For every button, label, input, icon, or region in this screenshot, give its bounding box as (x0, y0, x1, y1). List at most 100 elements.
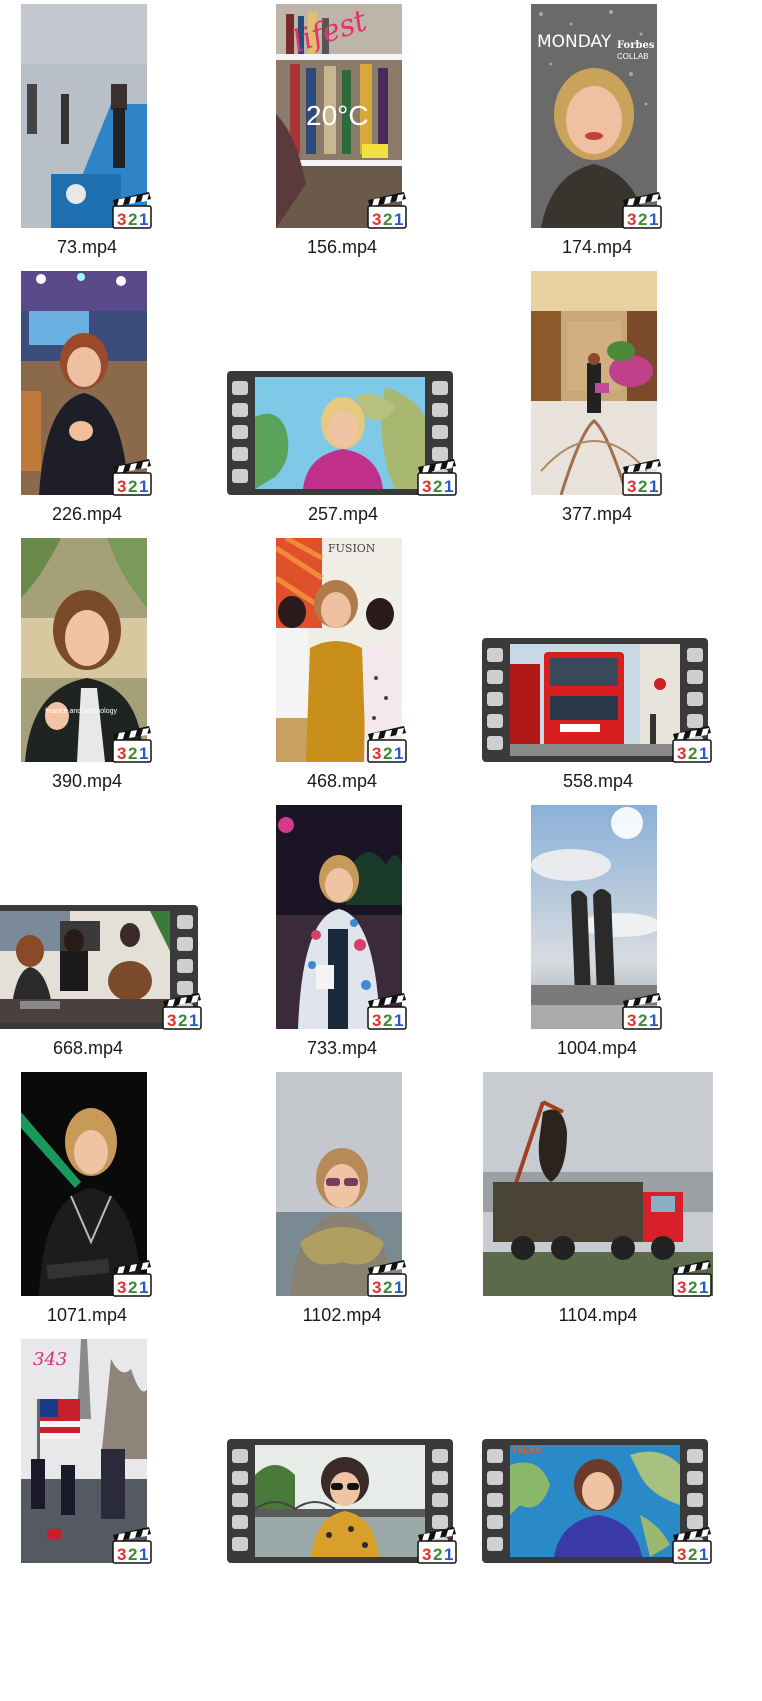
svg-text:2: 2 (433, 1545, 442, 1564)
svg-text:2: 2 (383, 1011, 392, 1030)
video-file-tile[interactable]: MONDAY Forbes COLLAB 321 174.mp4 (510, 0, 685, 262)
svg-text:3: 3 (167, 1011, 176, 1030)
svg-text:2: 2 (128, 477, 137, 496)
mpc-badge-icon: 321 (619, 457, 663, 497)
svg-text:3: 3 (117, 744, 126, 763)
svg-text:2: 2 (128, 744, 137, 763)
file-name: 156.mp4 (306, 237, 378, 257)
svg-text:3: 3 (372, 1011, 381, 1030)
file-name: 558.mp4 (562, 771, 634, 791)
video-file-tile[interactable]: 321 668.mp4 (0, 801, 230, 1063)
svg-text:2: 2 (128, 1545, 137, 1564)
file-name: 668.mp4 (52, 1038, 124, 1058)
file-name: 733.mp4 (306, 1038, 378, 1058)
svg-text:1: 1 (139, 477, 148, 496)
svg-text:3: 3 (677, 1278, 686, 1297)
svg-text:1: 1 (394, 744, 403, 763)
video-file-tile[interactable]: 321 558.mp4 (481, 534, 713, 796)
svg-text:2: 2 (638, 210, 647, 229)
overlay-text: TALKS (512, 1445, 542, 1455)
mpc-badge-icon: 321 (364, 190, 408, 230)
video-file-tile[interactable]: 343 321 (0, 1335, 175, 1597)
mpc-badge-icon: 321 (669, 1258, 713, 1298)
svg-text:2: 2 (638, 477, 647, 496)
svg-text:3: 3 (627, 477, 636, 496)
mpc-badge-icon: 321 (364, 724, 408, 764)
svg-text:1: 1 (649, 1011, 658, 1030)
file-name: 174.mp4 (561, 237, 633, 257)
svg-text:3: 3 (117, 477, 126, 496)
svg-text:3: 3 (372, 1278, 381, 1297)
overlay-text: MONDAY (537, 32, 612, 52)
video-file-tile[interactable]: 321 377.mp4 (510, 267, 685, 529)
mpc-badge-icon: 321 (669, 724, 713, 764)
video-file-tile[interactable]: TALKS 321 (481, 1335, 713, 1597)
file-name: 1071.mp4 (46, 1305, 128, 1325)
video-file-tile[interactable]: 321 226.mp4 (0, 267, 175, 529)
svg-text:3: 3 (372, 210, 381, 229)
svg-text:1: 1 (649, 210, 658, 229)
file-name: 1004.mp4 (556, 1038, 638, 1058)
mpc-badge-icon: 321 (109, 724, 153, 764)
file-name: 1102.mp4 (302, 1305, 382, 1325)
svg-text:1: 1 (649, 477, 658, 496)
video-file-tile[interactable]: 321 733.mp4 (255, 801, 430, 1063)
mpc-badge-icon: 321 (414, 457, 458, 497)
file-name: 257.mp4 (307, 504, 379, 524)
svg-text:1: 1 (139, 744, 148, 763)
svg-text:2: 2 (383, 210, 392, 229)
svg-text:1: 1 (394, 1011, 403, 1030)
video-file-tile[interactable]: lifest 20°C 321 156.mp4 (255, 0, 430, 262)
overlay-text: Forbes (617, 40, 655, 51)
svg-text:2: 2 (638, 1011, 647, 1030)
file-name: 377.mp4 (561, 504, 633, 524)
svg-text:2: 2 (383, 744, 392, 763)
mpc-badge-icon: 321 (619, 190, 663, 230)
file-name: 468.mp4 (306, 771, 378, 791)
video-file-tile[interactable]: 321 73.mp4 (0, 0, 175, 262)
svg-text:3: 3 (117, 210, 126, 229)
file-name: 1104.mp4 (558, 1305, 638, 1325)
svg-text:1: 1 (444, 1545, 453, 1564)
video-file-tile[interactable]: 321 257.mp4 (226, 267, 458, 529)
svg-text:1: 1 (444, 477, 453, 496)
mpc-badge-icon: 321 (364, 1258, 408, 1298)
svg-text:3: 3 (117, 1278, 126, 1297)
overlay-text: FUSION (328, 542, 376, 555)
video-file-tile[interactable]: 321 1104.mp4 (481, 1068, 713, 1330)
overlay-text: 20°C (306, 100, 369, 131)
overlay-text: COLLAB (617, 52, 649, 61)
mpc-badge-icon: 321 (364, 991, 408, 1031)
svg-text:1: 1 (394, 210, 403, 229)
mpc-badge-icon: 321 (109, 1525, 153, 1565)
svg-text:1: 1 (139, 1278, 148, 1297)
video-file-tile[interactable]: FUSION 321 468.mp4 (255, 534, 430, 796)
svg-text:3: 3 (372, 744, 381, 763)
mpc-badge-icon: 321 (109, 190, 153, 230)
mpc-badge-icon: 321 (109, 457, 153, 497)
svg-text:2: 2 (128, 1278, 137, 1297)
svg-text:2: 2 (688, 1278, 697, 1297)
mpc-badge-icon: 321 (159, 991, 203, 1031)
svg-text:1: 1 (139, 210, 148, 229)
mpc-badge-icon: 321 (669, 1525, 713, 1565)
svg-text:2: 2 (688, 744, 697, 763)
file-name: 390.mp4 (51, 771, 123, 791)
video-file-tile[interactable]: finance and technology 321 390.mp4 (0, 534, 175, 796)
video-file-tile[interactable]: 321 (226, 1335, 458, 1597)
svg-text:3: 3 (627, 210, 636, 229)
mpc-badge-icon: 321 (109, 1258, 153, 1298)
svg-text:1: 1 (139, 1545, 148, 1564)
svg-text:2: 2 (128, 210, 137, 229)
svg-text:3: 3 (627, 1011, 636, 1030)
svg-text:1: 1 (394, 1278, 403, 1297)
video-file-tile[interactable]: 321 1102.mp4 (255, 1068, 430, 1330)
video-file-tile[interactable]: 321 1004.mp4 (510, 801, 685, 1063)
mpc-badge-icon: 321 (414, 1525, 458, 1565)
svg-text:2: 2 (433, 477, 442, 496)
svg-text:2: 2 (383, 1278, 392, 1297)
svg-text:1: 1 (189, 1011, 198, 1030)
file-name: 226.mp4 (51, 504, 123, 524)
svg-text:1: 1 (699, 744, 708, 763)
video-file-tile[interactable]: 321 1071.mp4 (0, 1068, 175, 1330)
